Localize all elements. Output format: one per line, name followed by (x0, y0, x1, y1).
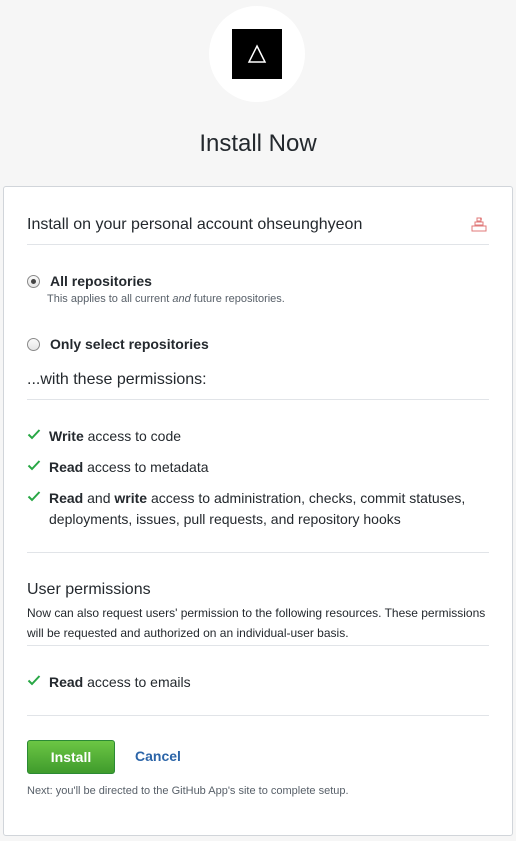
check-icon (27, 675, 41, 686)
install-card: Install on your personal account ohseung… (3, 186, 513, 836)
radio-all-repositories[interactable]: All repositories (27, 273, 152, 289)
user-permission-item: Read access to emails (27, 672, 467, 693)
permission-text: access to metadata (83, 459, 209, 475)
permission-item: Read access to metadata (27, 457, 467, 478)
permission-strong: Write (49, 428, 84, 444)
next-step-note: Next: you'll be directed to the GitHub A… (27, 785, 349, 797)
check-icon (27, 460, 41, 471)
page-title: Install Now (199, 130, 317, 157)
triangle-icon (232, 29, 282, 79)
permission-item: Read and write access to administration,… (27, 488, 467, 530)
install-button[interactable]: Install (27, 740, 115, 774)
select-repositories-label[interactable]: Only select repositories (50, 336, 209, 352)
permissions-heading-text: ...with these permissions: (27, 371, 207, 388)
check-icon (27, 491, 41, 502)
radio-button-checked[interactable] (27, 274, 40, 288)
divider (27, 552, 489, 553)
radio-button-unchecked[interactable] (27, 337, 40, 351)
user-permissions-title: User permissions (27, 581, 151, 598)
permission-strong: Read (49, 490, 84, 506)
note-prefix: This applies to all current (47, 293, 173, 305)
permission-item: Write access to code (27, 426, 467, 447)
app-logo (209, 6, 305, 102)
note-suffix: future repositories. (190, 293, 285, 305)
account-label: Install on your personal account ohseung… (27, 216, 363, 233)
note-emphasis: and (172, 293, 191, 305)
account-row: Install on your personal account ohseung… (27, 212, 489, 245)
permission-text: access to code (83, 428, 182, 444)
check-icon (27, 429, 41, 440)
permission-text: access to emails (83, 674, 191, 690)
radio-select-repositories[interactable]: Only select repositories (27, 336, 209, 352)
permission-strong: write (114, 490, 148, 506)
user-avatar-icon (469, 214, 489, 234)
permission-strong: Read (49, 459, 84, 475)
user-permissions-description: Now can also request users' permission t… (27, 606, 486, 640)
all-repositories-label[interactable]: All repositories (50, 273, 152, 289)
all-repositories-note: This applies to all current and future r… (47, 293, 285, 305)
divider (27, 715, 489, 716)
permission-strong: Read (49, 674, 84, 690)
divider (27, 645, 489, 646)
permission-text: and (83, 490, 115, 506)
permissions-heading: ...with these permissions: (27, 371, 489, 400)
app-header: Install Now (0, 0, 516, 186)
cancel-link[interactable]: Cancel (135, 748, 181, 764)
